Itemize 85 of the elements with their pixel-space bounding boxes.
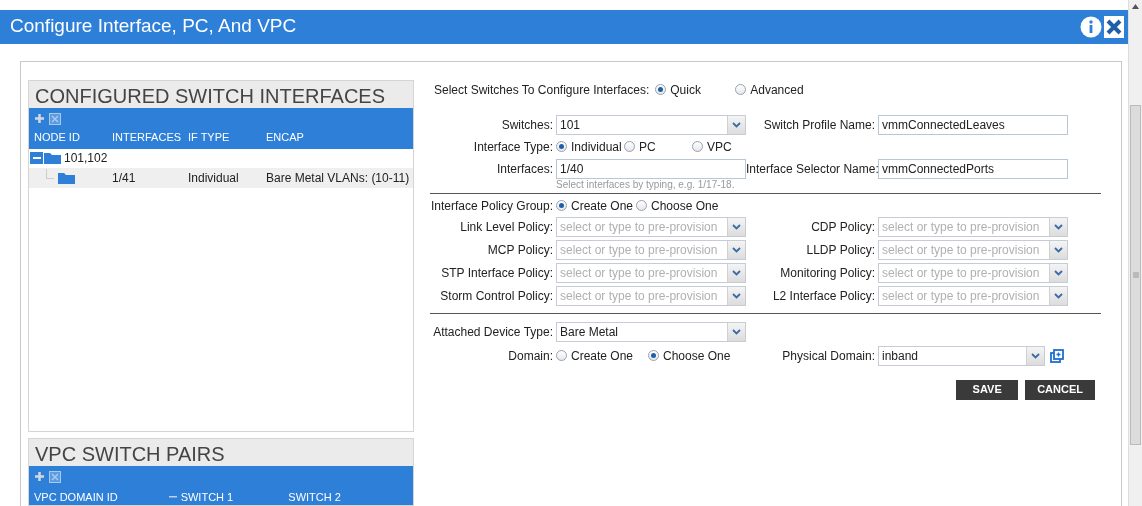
window-title: Configure Interface, PC, And VPC — [10, 14, 298, 39]
radio-button[interactable] — [556, 350, 567, 361]
column-header[interactable]: NODE ID — [34, 129, 112, 146]
panel-heading: CONFIGURED SWITCH INTERFACES — [29, 80, 413, 108]
scrollbar[interactable] — [1128, 0, 1142, 506]
hint-text: Select interfaces by typing, e.g. 1/17-18. — [556, 178, 736, 191]
text-field[interactable]: 1/40 — [556, 158, 746, 179]
tree-node-label[interactable]: 101,102 — [64, 149, 108, 167]
field-label: Switch Profile Name: — [762, 116, 876, 134]
field-label: STP Interface Policy: — [440, 264, 554, 282]
radio-button[interactable] — [692, 141, 703, 152]
table-cell-text: Individual — [188, 169, 240, 187]
folder-icon — [58, 171, 75, 184]
radio-option[interactable]: VPC — [692, 137, 732, 156]
radio-option[interactable]: Choose One — [636, 196, 719, 215]
table-cell-text: 1/41 — [112, 169, 137, 187]
scroll-thumb[interactable] — [1130, 105, 1141, 445]
radio-option[interactable]: Choose One — [648, 346, 731, 365]
info-icon[interactable] — [1080, 15, 1102, 38]
chevron-down-icon — [1054, 292, 1063, 299]
dropdown-field[interactable]: inband — [878, 345, 1045, 366]
table-row[interactable]: 1/41 Individual Bare Metal VLANs: (10-11) — [29, 167, 413, 188]
radio-option[interactable]: Create One — [556, 346, 648, 365]
action-button[interactable]: CANCEL — [1025, 379, 1095, 400]
radio-button[interactable] — [624, 141, 635, 152]
field-label: Interface Type: — [472, 138, 554, 156]
dropdown-field[interactable]: Bare Metal — [556, 321, 746, 342]
radio-button[interactable] — [655, 84, 667, 95]
chevron-down-icon — [732, 328, 741, 335]
field-label: Switches: — [500, 116, 554, 134]
field-label: Monitoring Policy: — [779, 264, 876, 282]
delete-icon[interactable] — [49, 112, 61, 125]
scroll-up-icon[interactable] — [1132, 4, 1139, 9]
chevron-down-icon — [732, 121, 741, 128]
radio-button[interactable] — [636, 200, 647, 211]
field-label: CDP Policy: — [810, 218, 876, 236]
radio-option[interactable]: Individual — [556, 137, 624, 156]
text-field[interactable]: vmmConnectedLeaves — [878, 114, 1068, 135]
radio-button[interactable] — [735, 84, 747, 95]
field-label: LLDP Policy: — [805, 241, 876, 259]
dropdown-field[interactable]: 101 — [556, 114, 746, 135]
field-label: Domain: — [507, 347, 554, 365]
sort-icon — [168, 495, 177, 498]
column-header[interactable]: INTERFACES — [112, 129, 188, 146]
radio-option[interactable]: Quick — [655, 80, 736, 99]
field-label: Attached Device Type: — [432, 323, 554, 341]
add-icon[interactable] — [34, 113, 45, 124]
chevron-down-icon — [732, 223, 741, 230]
chevron-down-icon — [732, 292, 741, 299]
chevron-down-icon — [1054, 223, 1063, 230]
chevron-down-icon — [1054, 246, 1063, 253]
radio-button[interactable] — [648, 350, 659, 361]
delete-icon[interactable] — [49, 470, 61, 483]
field-label: Select Switches To Configure Interfaces: — [434, 81, 650, 99]
field-label: Storm Control Policy: — [439, 287, 554, 305]
column-header[interactable]: ENCAP — [266, 129, 408, 146]
add-icon[interactable] — [34, 471, 45, 482]
panel-heading: VPC SWITCH PAIRS — [29, 438, 413, 466]
close-icon[interactable] — [1104, 15, 1124, 38]
field-label: Link Level Policy: — [459, 218, 554, 236]
radio-option[interactable]: Advanced — [735, 80, 804, 99]
chevron-down-icon — [732, 269, 741, 276]
chevron-down-icon — [1031, 352, 1040, 359]
column-header[interactable]: VPC DOMAIN ID — [34, 488, 169, 505]
field-label: Physical Domain: — [781, 347, 876, 365]
field-label: Interfaces: — [495, 160, 554, 178]
field-label: Interface Policy Group: — [430, 197, 554, 215]
text-field[interactable]: vmmConnectedPorts — [878, 158, 1068, 179]
table-cell-text: Bare Metal VLANs: (10-11) — [266, 169, 411, 187]
field-label: Interface Selector Name: — [746, 160, 878, 178]
column-header[interactable]: SWITCH 1 — [168, 488, 289, 505]
collapse-icon[interactable] — [30, 152, 43, 164]
chevron-down-icon — [1054, 269, 1063, 276]
radio-button[interactable] — [556, 141, 567, 152]
radio-option[interactable]: Create One — [556, 196, 636, 215]
action-button[interactable]: SAVE — [956, 379, 1019, 400]
chevron-down-icon — [732, 246, 741, 253]
folder-icon — [44, 152, 61, 164]
column-header[interactable]: IF TYPE — [188, 129, 266, 146]
copy-icon[interactable] — [1050, 348, 1064, 363]
radio-option[interactable]: PC — [624, 137, 692, 156]
field-label: L2 Interface Policy: — [771, 287, 876, 305]
column-header[interactable]: SWITCH 2 — [288, 488, 408, 505]
field-label: MCP Policy: — [486, 241, 554, 259]
radio-button[interactable] — [556, 200, 567, 211]
